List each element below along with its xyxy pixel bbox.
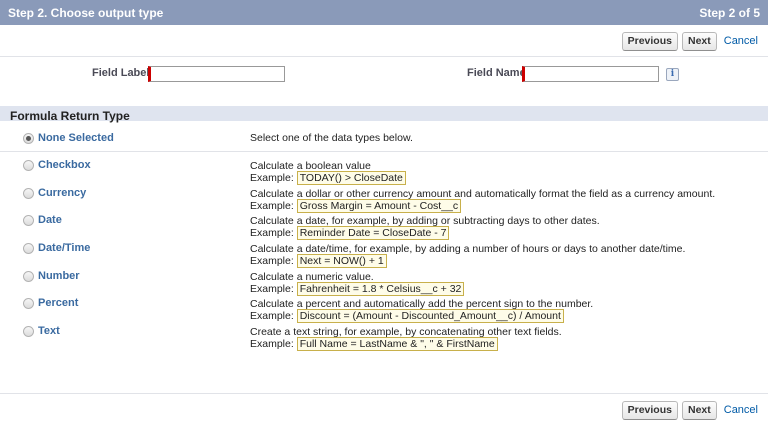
field-label-input[interactable]	[148, 66, 285, 82]
example-prefix: Example:	[250, 172, 294, 184]
return-type-label[interactable]: Checkbox	[38, 159, 91, 171]
field-name-input[interactable]	[522, 66, 659, 82]
next-button[interactable]: Next	[681, 400, 717, 420]
cancel-link[interactable]: Cancel	[724, 404, 758, 416]
radio-datetime[interactable]	[23, 243, 34, 254]
formula-return-type-heading: Formula Return Type	[10, 109, 130, 123]
radio-checkbox[interactable]	[23, 160, 34, 171]
step-header: Step 2. Choose output type Step 2 of 5	[0, 0, 768, 25]
example-prefix: Example:	[250, 283, 294, 295]
top-button-row: Previous Next Cancel	[618, 31, 758, 51]
return-type-label[interactable]: Text	[38, 325, 60, 337]
example-prefix: Example:	[250, 227, 294, 239]
radio-text[interactable]	[23, 326, 34, 337]
example-formula: Fahrenheit = 1.8 * Celsius__c + 32	[296, 282, 465, 296]
previous-button[interactable]: Previous	[621, 31, 678, 51]
example-formula: Next = NOW() + 1	[296, 254, 387, 268]
return-type-example: Example: Discount = (Amount - Discounted…	[250, 309, 564, 323]
example-formula: Discount = (Amount - Discounted_Amount__…	[296, 309, 564, 323]
radio-number[interactable]	[23, 271, 34, 282]
example-prefix: Example:	[250, 255, 294, 267]
example-formula: Gross Margin = Amount - Cost__c	[296, 199, 462, 213]
example-formula: TODAY() > CloseDate	[296, 171, 406, 185]
field-name-label: Field Name	[467, 67, 526, 79]
return-type-label[interactable]: Currency	[38, 187, 86, 199]
radio-currency[interactable]	[23, 188, 34, 199]
next-button[interactable]: Next	[681, 31, 717, 51]
return-type-label[interactable]: None Selected	[38, 132, 114, 144]
step-title: Step 2. Choose output type	[8, 6, 164, 20]
return-type-example: Example: Fahrenheit = 1.8 * Celsius__c +…	[250, 282, 465, 296]
divider	[0, 151, 768, 152]
return-type-label[interactable]: Number	[38, 270, 80, 282]
example-prefix: Example:	[250, 200, 294, 212]
bottom-button-row: Previous Next Cancel	[618, 400, 758, 420]
return-type-example: Example: Full Name = LastName & ", " & F…	[250, 337, 498, 351]
return-type-example: Example: Gross Margin = Amount - Cost__c	[250, 199, 462, 213]
example-prefix: Example:	[250, 338, 294, 350]
radio-percent[interactable]	[23, 298, 34, 309]
radio-date[interactable]	[23, 215, 34, 226]
return-type-label[interactable]: Date	[38, 214, 62, 226]
example-formula: Reminder Date = CloseDate - 7	[296, 226, 450, 240]
example-formula: Full Name = LastName & ", " & FirstName	[296, 337, 498, 351]
return-type-label[interactable]: Percent	[38, 297, 78, 309]
radio-none-selected[interactable]	[23, 133, 34, 144]
info-icon[interactable]: i	[666, 68, 679, 81]
step-indicator: Step 2 of 5	[699, 6, 760, 20]
previous-button[interactable]: Previous	[621, 400, 678, 420]
return-type-label[interactable]: Date/Time	[38, 242, 90, 254]
return-type-example: Example: TODAY() > CloseDate	[250, 171, 406, 185]
return-type-example: Example: Reminder Date = CloseDate - 7	[250, 226, 450, 240]
divider	[0, 393, 768, 394]
field-label-label: Field Label	[92, 67, 150, 79]
cancel-link[interactable]: Cancel	[724, 35, 758, 47]
return-type-example: Example: Next = NOW() + 1	[250, 254, 387, 268]
example-prefix: Example:	[250, 310, 294, 322]
divider	[0, 56, 768, 57]
return-type-description: Select one of the data types below.	[250, 132, 413, 144]
